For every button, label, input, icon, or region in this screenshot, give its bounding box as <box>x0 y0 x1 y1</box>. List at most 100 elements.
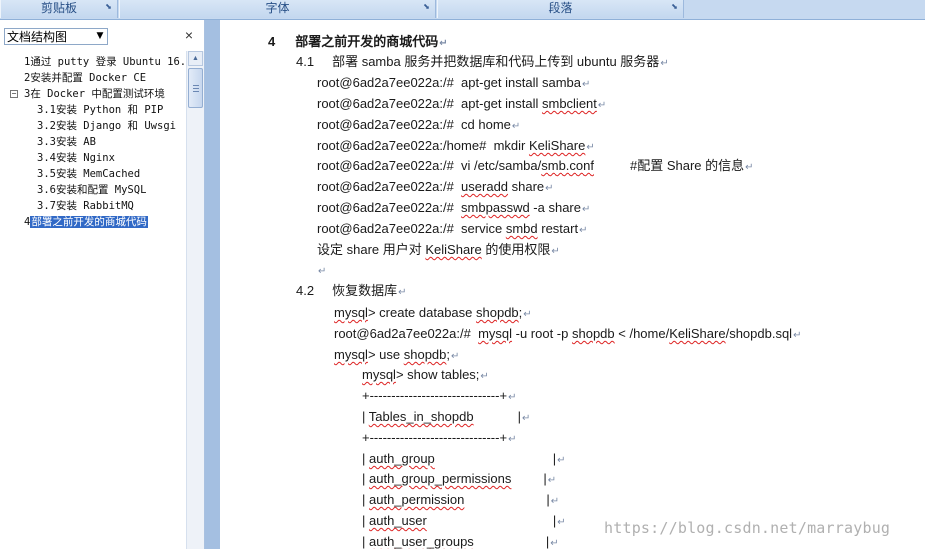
heading-number: 4.2 <box>296 283 315 298</box>
tree-item-3-4[interactable]: 3.4安装 Nginx <box>37 150 115 166</box>
tree-item-3-3[interactable]: 3.3安装 AB <box>37 134 96 150</box>
command-line: root@6ad2a7ee022a:/# useradd share↵ <box>317 177 554 197</box>
scroll-up-icon[interactable]: ▲ <box>188 51 203 66</box>
table-pipe: | <box>362 534 369 549</box>
table-row: | auth_group_permissions |↵ <box>362 469 556 489</box>
heading-text: 部署 samba 服务并把数据库和代码上传到 ubuntu 服务器 <box>332 54 660 69</box>
paragraph-mark: ↵ <box>579 225 588 236</box>
tree-item-label: 安装 Python 和 PIP <box>55 104 164 116</box>
shell-prompt: root@6ad2a7ee022a:/# <box>317 158 454 173</box>
ribbon-group-font[interactable]: 字体 ⬊ <box>119 0 436 18</box>
table-cell: auth_group_permissions <box>369 471 512 486</box>
table-pipe: | <box>545 534 550 549</box>
paragraph-mark: ↵ <box>597 100 607 111</box>
grip-line <box>193 91 199 92</box>
heading-text: 恢复数据库 <box>332 283 398 298</box>
command-text: KeliShare <box>528 138 586 153</box>
document-map-header: 文档结构图 ▼ × <box>0 20 204 51</box>
shell-prompt: root@6ad2a7ee022a:/# <box>317 75 454 90</box>
table-pipe: | <box>362 471 369 486</box>
tree-item-number: 3.5 <box>37 168 56 180</box>
paragraph-mark: ↵ <box>508 434 517 445</box>
tree-item-3-6[interactable]: 3.6安装和配置 MySQL <box>37 182 146 198</box>
command-line: mysql> show tables;↵ <box>362 365 489 385</box>
view-select[interactable]: 文档结构图 ▼ <box>4 28 108 45</box>
tree-item-3-2[interactable]: 3.2安装 Django 和 Uwsgi <box>37 118 176 134</box>
table-pipe: | <box>362 409 369 424</box>
tree-item-label: 安装 MemCached <box>55 168 141 180</box>
document-map-pane: 文档结构图 ▼ × 1通过 putty 登录 Ubuntu 16.04 2安装并… <box>0 20 205 549</box>
tree-item-4-selected[interactable]: 4部署之前开发的商城代码 <box>24 214 148 230</box>
view-select-value: 文档结构图 <box>7 30 68 44</box>
table-cell: auth_user <box>369 513 427 528</box>
command-text: cd home <box>461 117 511 132</box>
table-row: | auth_user |↵ <box>362 511 566 531</box>
command-text: ; <box>446 347 451 362</box>
table-pipe: | <box>362 492 369 507</box>
table-pipe: | <box>362 451 369 466</box>
chevron-down-icon[interactable]: ▼ <box>93 29 107 44</box>
command-text: service <box>461 221 506 236</box>
dialog-launcher-icon[interactable]: ⬊ <box>422 3 431 12</box>
paragraph-mark: ↵ <box>318 266 327 277</box>
paragraph-mark: ↵ <box>745 162 754 173</box>
command-line: root@6ad2a7ee022a:/# mysql -u root -p sh… <box>334 324 801 344</box>
shell-prompt: root@6ad2a7ee022a:/# <box>317 221 454 236</box>
command-text: useradd <box>461 179 509 194</box>
command-line: root@6ad2a7ee022a:/# vi /etc/samba/smb.c… <box>317 156 754 176</box>
command-text: > create database <box>367 305 477 320</box>
paragraph-mark: ↵ <box>547 475 557 486</box>
body-text-part: 的使用权限 <box>481 242 551 257</box>
tree-item-label: 安装 Django 和 Uwsgi <box>55 120 176 132</box>
collapse-icon[interactable]: − <box>10 90 18 98</box>
table-border-text: +------------------------------+ <box>362 430 508 445</box>
table-cell: auth_group <box>369 451 435 466</box>
ribbon-group-clipboard[interactable]: 剪贴板 ⬊ <box>0 0 118 18</box>
paragraph-mark: ↵ <box>521 413 531 424</box>
command-text: KeliShare <box>669 326 726 341</box>
tree-item-number: 3.2 <box>37 120 56 132</box>
comment-text: #配置 Share 的信息 <box>630 158 745 173</box>
command-text: share <box>508 179 545 194</box>
table-pipe: | <box>543 471 547 486</box>
tree-item-3-7[interactable]: 3.7安装 RabbitMQ <box>37 198 134 214</box>
tree-item-3-1[interactable]: 3.1安装 Python 和 PIP <box>37 102 163 118</box>
command-text: smb.conf <box>541 158 594 173</box>
tree-item-label: 部署之前开发的商城代码 <box>30 216 148 228</box>
grip-line <box>193 85 199 86</box>
tree-item-2[interactable]: 2安装并配置 Docker CE <box>24 70 146 86</box>
command-text: apt-get install <box>461 96 542 111</box>
table-pipe: | <box>517 409 521 424</box>
dialog-launcher-icon[interactable]: ⬊ <box>104 3 113 12</box>
document-page[interactable]: 4 部署之前开发的商城代码↵ 4.1 部署 samba 服务并把数据库和代码上传到 … <box>220 20 925 549</box>
command-text: smbclient <box>541 96 597 111</box>
tree-item-number: 3.6 <box>37 184 56 196</box>
table-row: | auth_user_groups |↵ <box>362 532 559 549</box>
grip-line <box>193 88 199 89</box>
shell-prompt: root@6ad2a7ee022a:/# <box>317 179 454 194</box>
tree-item-3[interactable]: 3在 Docker 中配置测试环境 <box>24 86 165 102</box>
paragraph-mark: ↵ <box>508 392 517 403</box>
ribbon-group-label: 字体 <box>265 1 290 15</box>
command-line: mysql> create database shopdb;↵ <box>334 303 532 323</box>
tree-item-label: 安装 Nginx <box>55 152 115 164</box>
ribbon-group-label: 剪贴板 <box>40 1 77 15</box>
tree-item-1[interactable]: 1通过 putty 登录 Ubuntu 16.04 <box>24 54 186 70</box>
document-map-scrollbar[interactable]: ▲ <box>186 51 204 549</box>
tree-item-label: 在 Docker 中配置测试环境 <box>30 88 165 100</box>
tree-item-label: 安装并配置 Docker CE <box>30 72 147 84</box>
empty-paragraph: ↵ <box>317 260 326 280</box>
pane-splitter[interactable] <box>205 20 220 549</box>
close-icon[interactable]: × <box>182 28 196 42</box>
table-pipe: | <box>552 513 557 528</box>
table-border: +------------------------------+↵ <box>362 386 516 406</box>
tree-item-3-5[interactable]: 3.5安装 MemCached <box>37 166 140 182</box>
ribbon-group-paragraph[interactable]: 段落 ⬊ <box>437 0 684 18</box>
body-text-part: 设定 share 用户对 <box>317 242 426 257</box>
scrollbar-thumb[interactable] <box>188 68 203 108</box>
shell-prompt: root@6ad2a7ee022a:/# <box>317 117 454 132</box>
paragraph-mark: ↵ <box>793 330 802 341</box>
command-text: shopdb <box>571 326 615 341</box>
dialog-launcher-icon[interactable]: ⬊ <box>670 3 679 12</box>
paragraph-mark: ↵ <box>480 371 489 382</box>
